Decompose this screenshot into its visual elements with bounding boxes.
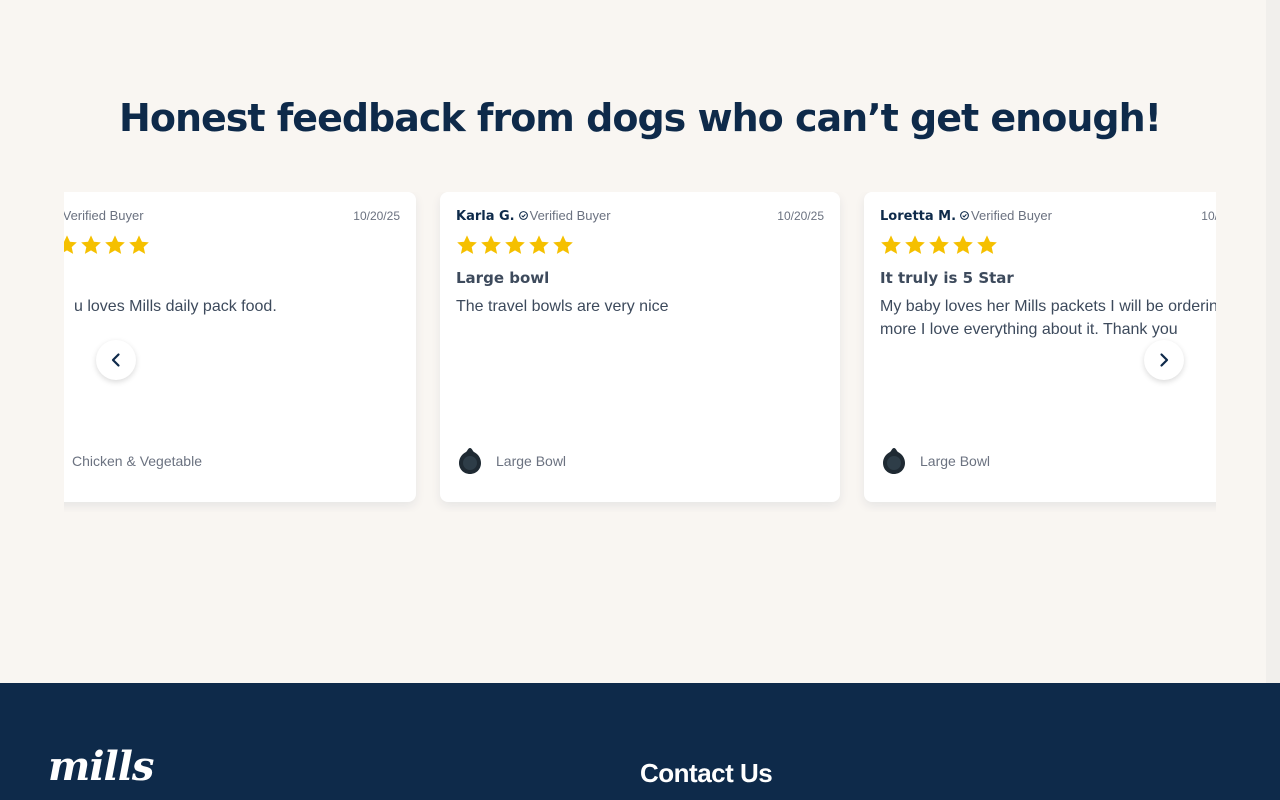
star-rating xyxy=(64,234,150,256)
star-icon xyxy=(129,235,149,254)
carousel-prev-button[interactable] xyxy=(96,340,136,380)
star-icon xyxy=(929,235,949,254)
carousel-next-button[interactable] xyxy=(1144,340,1184,380)
bowl-icon xyxy=(459,448,481,474)
section-heading: Honest feedback from dogs who can’t get … xyxy=(119,96,1162,140)
verified-buyer-label: Verified Buyer xyxy=(529,208,611,223)
review-product: Large Bowl xyxy=(880,446,990,476)
verified-buyer-label: Verified Buyer xyxy=(971,208,1052,223)
review-body: u loves Mills daily pack food. xyxy=(74,298,277,315)
review-date: 10/20/25 xyxy=(1201,209,1216,223)
star-icon xyxy=(505,235,525,254)
review-title: It truly is 5 Star xyxy=(880,269,1014,287)
bowl-icon xyxy=(883,448,905,474)
product-name: Large Bowl xyxy=(920,453,991,469)
star-icon xyxy=(81,235,101,254)
review-body: The travel bowls are very nice xyxy=(456,298,669,315)
review-date: 10/20/25 xyxy=(353,209,400,223)
contact-heading: Contact Us xyxy=(640,758,773,788)
product-name: Large Bowl xyxy=(496,453,567,469)
product-name: Chicken & Vegetable xyxy=(72,453,202,469)
star-icon xyxy=(553,235,573,254)
review-product: Chicken & Vegetable xyxy=(72,446,202,476)
review-body: My baby loves her Mills packets I will b… xyxy=(880,298,1216,338)
review-author: Loretta M. xyxy=(880,209,957,224)
star-icon xyxy=(105,235,125,254)
review-card: Karla G. Verified Buyer 10/20/25 Large bo… xyxy=(440,192,840,502)
reviews-carousel: G.Verified Buyer 10/20/25 u u loves Mill… xyxy=(64,192,1216,512)
chevron-right-icon xyxy=(1160,353,1169,367)
verified-check-icon xyxy=(960,211,969,220)
star-icon xyxy=(481,235,501,254)
star-rating xyxy=(456,234,574,256)
chevron-left-icon xyxy=(111,353,120,367)
star-rating xyxy=(880,234,998,256)
star-icon xyxy=(977,235,997,254)
review-header: G.Verified Buyer 10/20/25 xyxy=(64,208,400,226)
brand-logo[interactable]: mills xyxy=(48,743,154,790)
star-icon xyxy=(905,235,925,254)
star-icon xyxy=(953,235,973,254)
review-date: 10/20/25 xyxy=(777,209,824,223)
star-icon xyxy=(64,235,77,254)
review-header: Karla G. Verified Buyer 10/20/25 xyxy=(456,208,824,226)
review-header: Loretta M. Verified Buyer 10/20/25 xyxy=(880,208,1216,226)
review-title: Large bowl xyxy=(456,269,550,287)
verified-buyer-label: Verified Buyer xyxy=(64,208,144,223)
star-icon xyxy=(881,235,901,254)
verified-check-icon xyxy=(518,211,528,220)
star-icon xyxy=(457,235,477,254)
review-author: Karla G. xyxy=(456,209,515,224)
site-footer: mills Contact Us xyxy=(0,683,1280,800)
review-product: Large Bowl xyxy=(456,446,566,476)
star-icon xyxy=(529,235,549,254)
